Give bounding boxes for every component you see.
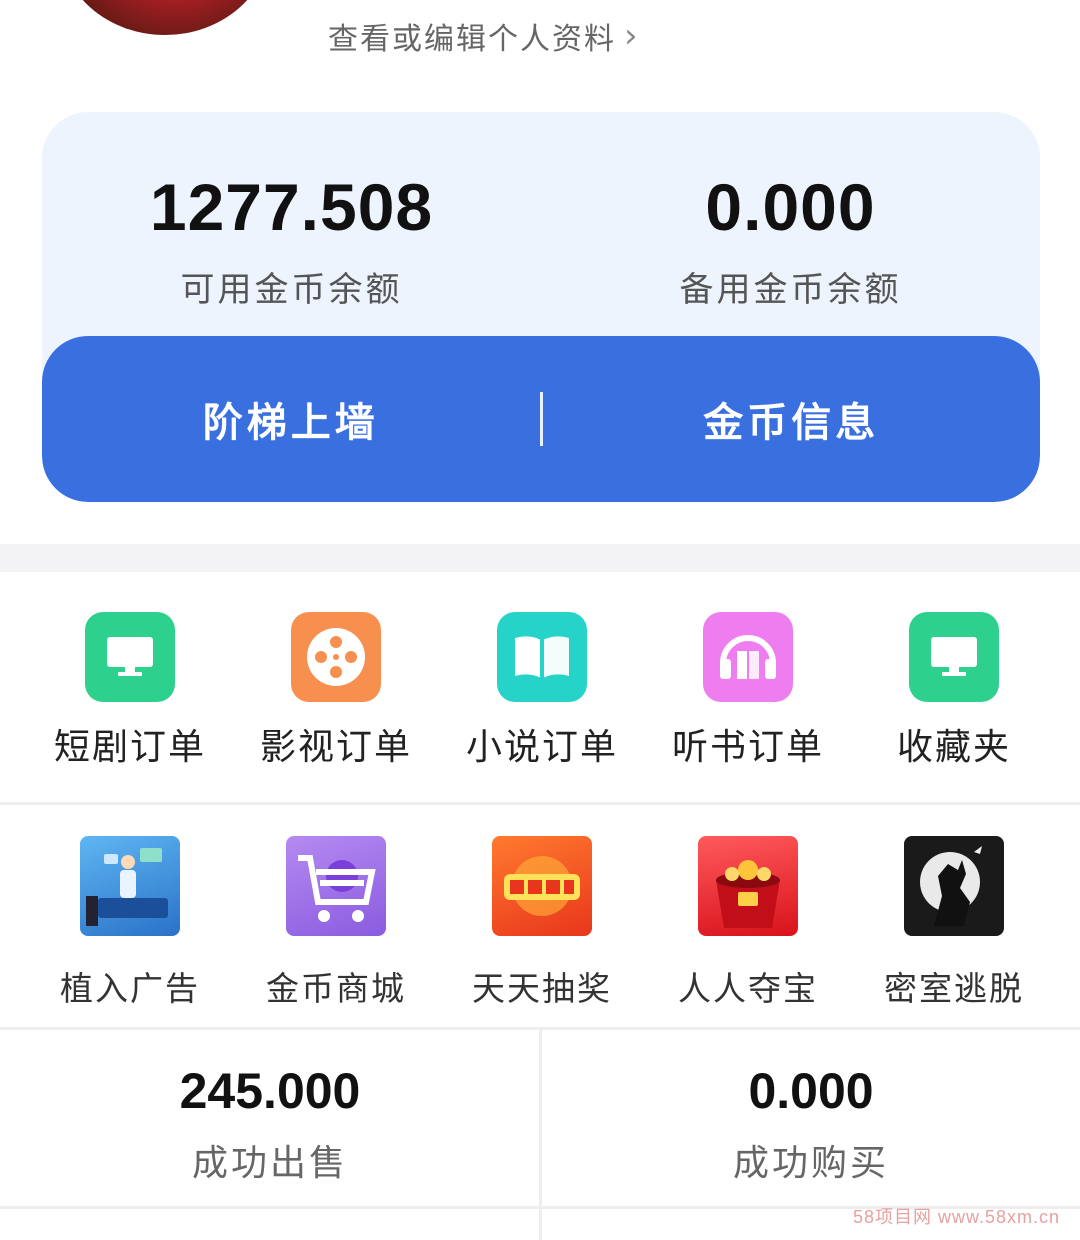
backup-balance-value: 0.000 <box>705 170 876 244</box>
menu-item-escape-room[interactable]: 密室逃脱 <box>851 836 1057 1010</box>
book-icon <box>497 612 587 702</box>
menu-item-label: 人人夺宝 <box>678 969 818 1008</box>
menu-item-label: 小说订单 <box>465 727 618 768</box>
werewolf-moon-icon <box>904 836 1004 936</box>
sold-value: 245.000 <box>179 1063 361 1119</box>
lottery-icon <box>492 836 592 936</box>
bought-stat[interactable]: 0.000 成功购买 <box>541 1066 1080 1186</box>
ladder-wall-button[interactable]: 阶梯上墙 <box>42 390 540 448</box>
divider <box>0 802 1080 805</box>
menu-item-label: 天天抽奖 <box>472 969 612 1008</box>
watermark: 58项目网 www.58xm.cn <box>852 1207 1060 1227</box>
menu-item-treasure-grab[interactable]: 人人夺宝 <box>645 836 851 1010</box>
avatar[interactable] <box>60 0 270 35</box>
shopping-cart-icon <box>286 836 386 936</box>
menu-item-novel-orders[interactable]: 小说订单 <box>439 612 645 770</box>
sold-stat[interactable]: 245.000 成功出售 <box>0 1066 540 1186</box>
edit-profile-label: 查看或编辑个人资料 <box>328 22 616 57</box>
available-balance-label: 可用金币余额 <box>180 270 403 310</box>
menu-item-short-drama-orders[interactable]: 短剧订单 <box>27 612 233 770</box>
order-menu-row: 短剧订单 影视订单 小说订单 听书订单 收藏夹 <box>0 612 1080 770</box>
bought-value: 0.000 <box>748 1063 874 1119</box>
headphones-book-icon <box>703 612 793 702</box>
action-divider <box>539 392 543 446</box>
backup-balance[interactable]: 0.000 备用金币余额 <box>541 174 1040 311</box>
menu-item-label: 金币商城 <box>266 969 406 1008</box>
menu-item-ad-placement[interactable]: 植入广告 <box>27 836 233 1010</box>
chevron-right-icon: › <box>624 16 640 56</box>
available-balance-value: 1277.508 <box>149 170 434 244</box>
menu-item-label: 短剧订单 <box>53 727 206 768</box>
menu-item-audiobook-orders[interactable]: 听书订单 <box>645 612 851 770</box>
menu-item-label: 听书订单 <box>671 727 824 768</box>
bought-label: 成功购买 <box>732 1143 889 1184</box>
menu-item-coin-mall[interactable]: 金币商城 <box>233 836 439 1010</box>
menu-item-label: 影视订单 <box>259 727 412 768</box>
menu-item-label: 密室逃脱 <box>884 969 1024 1008</box>
monitor-icon <box>909 612 999 702</box>
monitor-icon <box>85 612 175 702</box>
backup-balance-label: 备用金币余额 <box>679 270 902 310</box>
edit-profile-link[interactable]: 查看或编辑个人资料 › <box>328 14 640 58</box>
section-separator <box>0 544 1080 572</box>
sold-label: 成功出售 <box>191 1143 348 1184</box>
menu-item-daily-lottery[interactable]: 天天抽奖 <box>439 836 645 1010</box>
menu-item-video-orders[interactable]: 影视订单 <box>233 612 439 770</box>
treasure-bag-icon <box>698 836 798 936</box>
coin-info-button[interactable]: 金币信息 <box>543 390 1041 448</box>
ad-illustration-icon <box>80 836 180 936</box>
available-balance[interactable]: 1277.508 可用金币余额 <box>42 174 541 311</box>
feature-menu-row: 植入广告 金币商城 天天抽奖 人人夺宝 密室逃脱 <box>0 836 1080 1010</box>
film-reel-icon <box>291 612 381 702</box>
wallet-card: 1277.508 可用金币余额 0.000 备用金币余额 阶梯上墙 金币信息 <box>42 112 1040 502</box>
wallet-action-bar: 阶梯上墙 金币信息 <box>42 336 1040 502</box>
menu-item-label: 收藏夹 <box>896 727 1011 768</box>
menu-item-label: 植入广告 <box>60 969 200 1008</box>
menu-item-favorites[interactable]: 收藏夹 <box>851 612 1057 770</box>
